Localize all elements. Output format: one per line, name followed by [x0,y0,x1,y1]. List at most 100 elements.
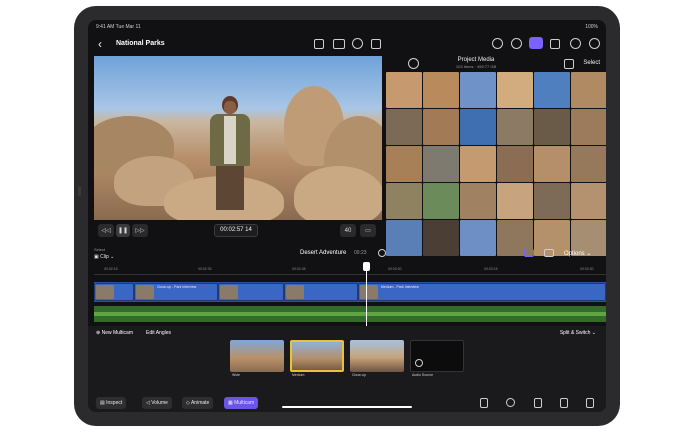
video-clip[interactable]: Medium - Park Interview [358,283,606,301]
voiceover-icon[interactable] [352,38,363,49]
delete-icon[interactable] [480,398,488,408]
zoom-level[interactable]: 40 [340,224,356,237]
ruler-tick: 00:03:15 [484,267,498,271]
media-thumbnail[interactable] [534,72,570,108]
media-thumbnail[interactable] [460,183,496,219]
options-menu[interactable]: Options ⌄ [564,250,591,257]
angle-label: Audio Source [412,373,434,377]
media-grid [386,72,606,256]
media-thumbnail[interactable] [571,72,606,108]
media-thumbnail[interactable] [460,72,496,108]
angle-label: Close-up [352,373,367,377]
media-thumbnail[interactable] [497,72,533,108]
angle-thumbnail-audio[interactable] [410,340,464,372]
timecode-display[interactable]: 00:02:57 14 [214,224,258,237]
pause-icon[interactable]: ❚❚ [116,224,130,237]
app-screen: 9:41 AM Tue Mar 11 100% ‹ National Parks [88,20,606,412]
camera-dot [78,186,81,196]
clip-mode-selector[interactable]: ▣ Clip ⌄ [94,254,114,260]
tab-volume[interactable]: ◁ Volume [142,397,172,409]
layout-icon[interactable] [544,249,554,257]
timeline-ruler[interactable]: 00:02:15 00:02:30 00:02:45 00:03:00 00:0… [94,265,606,275]
tab-inspect[interactable]: ▤ Inspect [96,397,127,409]
undo-icon[interactable] [492,38,503,49]
rewind-icon[interactable]: ◁◁ [98,224,114,237]
media-thumbnail[interactable] [423,109,459,145]
viewer-layout-icon[interactable]: ▭ [360,224,376,237]
media-thumbnail[interactable] [534,183,570,219]
split-switch-menu[interactable]: Split & Switch ⌄ [560,330,596,336]
select-button[interactable]: Select [583,60,600,66]
top-toolbar: ‹ National Parks [88,34,606,56]
transport-bar: ◁◁ ❚❚ ▷▷ 00:02:57 14 40 ▭ [94,220,382,242]
angle-thumbnail-close-up[interactable] [350,340,404,372]
info-icon[interactable] [570,38,581,49]
new-multicam-button[interactable]: ⊕ New Multicam [96,330,133,336]
camera-icon[interactable] [333,39,345,49]
angle-thumbnail-medium[interactable] [290,340,344,372]
video-viewer[interactable] [94,56,382,220]
auto-icon[interactable] [511,38,522,49]
media-thumbnail[interactable] [571,146,606,182]
media-thumbnail[interactable] [497,146,533,182]
detach-icon[interactable] [560,398,568,408]
media-thumbnail[interactable] [460,109,496,145]
project-title: National Parks [116,40,165,47]
media-thumbnail[interactable] [423,72,459,108]
video-clip[interactable] [94,283,134,301]
video-clip[interactable]: Close-up - Park Interview [134,283,218,301]
media-thumbnail[interactable] [386,183,422,219]
split-icon[interactable] [534,398,542,408]
browser-title: Project Media [457,57,495,63]
ipad-frame: 9:41 AM Tue Mar 11 100% ‹ National Parks [74,6,620,426]
media-thumbnail[interactable] [497,183,533,219]
checkmark-icon[interactable] [506,398,515,407]
status-bar: 9:41 AM Tue Mar 11 100% [88,20,606,34]
video-clip[interactable] [218,283,284,301]
media-thumbnail[interactable] [460,146,496,182]
media-thumbnail[interactable] [534,146,570,182]
battery-indicator: 100% [585,24,598,30]
angle-thumbnail-wide[interactable] [230,340,284,372]
edit-angles-button[interactable]: Edit Angles [146,330,171,336]
forward-icon[interactable]: ▷▷ [132,224,148,237]
face [224,101,236,114]
effects-icon[interactable] [550,39,560,49]
back-chevron-icon[interactable]: ‹ [98,37,102,51]
media-thumbnail[interactable] [386,146,422,182]
pants [216,166,244,210]
media-thumbnail[interactable] [386,72,422,108]
media-thumbnail[interactable] [571,183,606,219]
audio-waveform [94,312,606,316]
media-thumbnail[interactable] [423,183,459,219]
ruler-tick: 00:03:00 [388,267,402,271]
inspector-tabs: ▤ Inspect ◁ Volume ◇ Animate ▦ Multicam [88,396,606,412]
media-thumbnail[interactable] [497,109,533,145]
multicam-link-icon[interactable] [524,249,534,257]
timeline-name: Desert Adventure [300,250,347,256]
ruler-tick: 00:02:30 [198,267,212,271]
media-thumbnail[interactable] [386,109,422,145]
grid-view-icon[interactable] [564,59,574,69]
ruler-tick: 00:02:45 [292,267,306,271]
status-time: 9:41 AM Tue Mar 11 [96,24,141,30]
media-thumbnail[interactable] [571,109,606,145]
media-thumbnail[interactable] [534,109,570,145]
video-clip[interactable] [284,283,358,301]
more-icon[interactable] [589,38,600,49]
select-label: Select [94,247,106,252]
playhead[interactable] [366,262,367,328]
tab-animate[interactable]: ◇ Animate [182,397,214,409]
timeline-header: Select ▣ Clip ⌄ Desert Adventure 09:23 O… [88,246,606,262]
media-browser-icon[interactable] [529,37,543,49]
media-thumbnail[interactable] [423,146,459,182]
timeline-tracks: Close-up - Park Interview Medium - Park … [94,282,606,324]
audio-track[interactable] [94,306,606,322]
tab-multicam[interactable]: ▦ Multicam [224,397,259,409]
duplicate-icon[interactable] [586,398,594,408]
import-icon[interactable] [314,39,324,49]
timeline-duration: 09:23 [354,250,367,256]
share-icon[interactable] [371,39,381,49]
info-icon[interactable] [378,249,386,257]
subject-person [210,96,250,216]
